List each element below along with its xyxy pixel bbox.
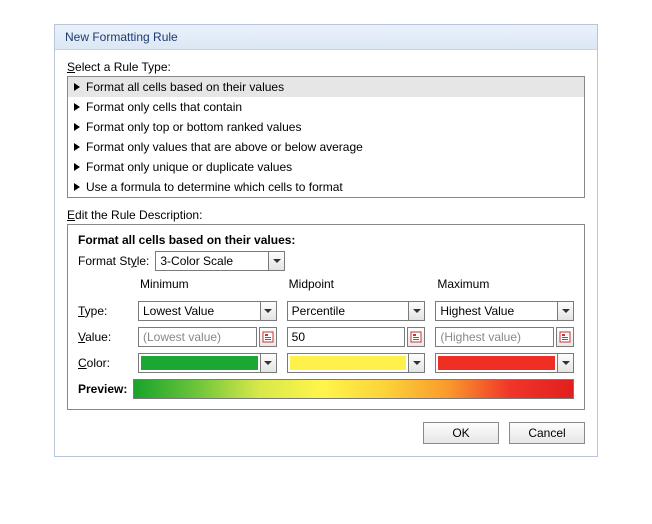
triangle-icon <box>74 163 80 171</box>
chevron-down-icon <box>268 252 284 270</box>
rule-type-item-4[interactable]: Format only unique or duplicate values <box>68 157 584 177</box>
format-style-label: Format Style: <box>78 254 149 268</box>
chevron-down-icon <box>408 354 424 372</box>
triangle-icon <box>74 103 80 111</box>
rule-type-list[interactable]: Format all cells based on their values F… <box>67 76 585 198</box>
range-picker-icon <box>410 331 422 343</box>
triangle-icon <box>74 83 80 91</box>
rule-type-item-1[interactable]: Format only cells that contain <box>68 97 584 117</box>
dialog-buttons: OK Cancel <box>67 422 585 444</box>
col-head-max: Maximum <box>435 277 574 291</box>
rule-type-item-2[interactable]: Format only top or bottom ranked values <box>68 117 584 137</box>
value-row-label: Value: <box>78 330 128 344</box>
range-picker-icon <box>559 331 571 343</box>
type-mid-combo[interactable]: Percentile <box>287 301 426 321</box>
value-max-input[interactable]: (Highest value) <box>435 327 554 347</box>
color-mid-picker[interactable] <box>287 353 426 373</box>
new-formatting-rule-dialog: New Formatting Rule Select a Rule Type: … <box>54 24 598 457</box>
triangle-icon <box>74 123 80 131</box>
preview-label: Preview: <box>78 382 127 396</box>
chevron-down-icon <box>557 354 573 372</box>
chevron-down-icon <box>260 302 276 320</box>
color-min-picker[interactable] <box>138 353 277 373</box>
range-picker-max-button[interactable] <box>556 327 574 347</box>
dialog-title: New Formatting Rule <box>55 25 597 50</box>
preview-gradient <box>133 379 574 399</box>
range-picker-min-button[interactable] <box>259 327 277 347</box>
color-max-picker[interactable] <box>435 353 574 373</box>
range-picker-icon <box>262 331 274 343</box>
rule-type-item-0[interactable]: Format all cells based on their values <box>68 77 584 97</box>
rule-type-label: Select a Rule Type: <box>67 60 585 74</box>
scale-grid: Minimum Midpoint Maximum Type: Lowest Va… <box>78 277 574 373</box>
value-min-input[interactable]: (Lowest value) <box>138 327 257 347</box>
cancel-button[interactable]: Cancel <box>509 422 585 444</box>
col-head-mid: Midpoint <box>287 277 426 291</box>
color-row-label: Color: <box>78 356 128 370</box>
chevron-down-icon <box>557 302 573 320</box>
format-style-row: Format Style: 3-Color Scale <box>78 251 574 271</box>
rule-description-box: Format all cells based on their values: … <box>67 224 585 410</box>
triangle-icon <box>74 183 80 191</box>
rule-type-item-3[interactable]: Format only values that are above or bel… <box>68 137 584 157</box>
type-row-label: Type: <box>78 304 128 318</box>
dialog-content: Select a Rule Type: Format all cells bas… <box>55 50 597 456</box>
type-min-combo[interactable]: Lowest Value <box>138 301 277 321</box>
rule-type-item-5[interactable]: Use a formula to determine which cells t… <box>68 177 584 197</box>
preview-row: Preview: <box>78 379 574 399</box>
chevron-down-icon <box>260 354 276 372</box>
col-head-min: Minimum <box>138 277 277 291</box>
value-mid-input[interactable]: 50 <box>287 327 406 347</box>
format-style-combo[interactable]: 3-Color Scale <box>155 251 285 271</box>
ok-button[interactable]: OK <box>423 422 499 444</box>
triangle-icon <box>74 143 80 151</box>
type-max-combo[interactable]: Highest Value <box>435 301 574 321</box>
description-heading: Format all cells based on their values: <box>78 233 574 247</box>
chevron-down-icon <box>408 302 424 320</box>
range-picker-mid-button[interactable] <box>407 327 425 347</box>
edit-description-label: Edit the Rule Description: <box>67 208 585 222</box>
